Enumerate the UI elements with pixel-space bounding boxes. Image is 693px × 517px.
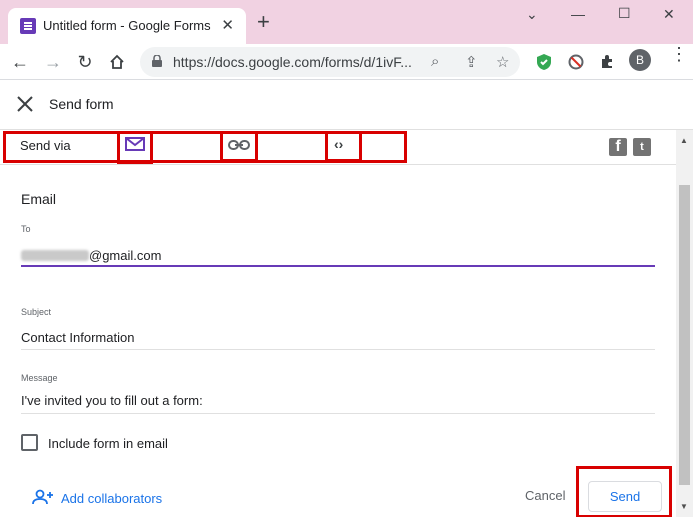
- address-bar[interactable]: https://docs.google.com/forms/d/1ivF... …: [140, 47, 520, 77]
- to-underline: [21, 265, 655, 267]
- add-person-icon[interactable]: [32, 489, 54, 505]
- profile-avatar[interactable]: B: [629, 49, 651, 71]
- scroll-down-icon[interactable]: ▼: [680, 502, 688, 511]
- new-tab-icon[interactable]: +: [257, 11, 270, 33]
- include-form-label: Include form in email: [48, 436, 168, 451]
- close-dialog-icon[interactable]: [15, 94, 35, 114]
- window-close-icon[interactable]: ✕: [663, 6, 675, 23]
- dialog-header: Send form: [0, 80, 693, 130]
- zoom-icon[interactable]: ⌕: [431, 53, 439, 70]
- reload-icon[interactable]: ↻: [73, 50, 97, 74]
- browser-tabstrip: Untitled form - Google Forms ✕ + ⌄ — ☐ ✕: [0, 0, 693, 44]
- subject-underline: [21, 349, 655, 350]
- maximize-icon[interactable]: ☐: [618, 5, 631, 22]
- twitter-icon[interactable]: t: [633, 138, 651, 156]
- browser-tab[interactable]: Untitled form - Google Forms ✕: [8, 8, 246, 44]
- message-label: Message: [21, 373, 58, 383]
- tab-search-icon[interactable]: ⌄: [526, 6, 538, 23]
- home-icon[interactable]: [105, 50, 129, 74]
- email-heading: Email: [21, 191, 57, 207]
- to-value: @gmail.com: [89, 248, 162, 263]
- minimize-icon[interactable]: —: [571, 6, 585, 22]
- bookmark-star-icon[interactable]: ☆: [496, 53, 509, 71]
- scroll-thumb[interactable]: [679, 185, 690, 485]
- facebook-icon[interactable]: f: [609, 138, 627, 156]
- redacted-email-blur: [21, 250, 89, 261]
- email-form: Email To @gmail.com Subject Contact Info…: [0, 164, 676, 517]
- message-input[interactable]: I've invited you to fill out a form:: [21, 393, 203, 408]
- embed-tab-highlight: [325, 131, 362, 162]
- forward-icon[interactable]: →: [41, 50, 65, 74]
- scroll-up-icon[interactable]: ▲: [680, 136, 688, 145]
- lock-icon[interactable]: [152, 55, 162, 67]
- share-icon[interactable]: ⇪: [465, 53, 478, 71]
- subject-input[interactable]: Contact Information: [21, 330, 134, 345]
- extensions-puzzle-icon[interactable]: [597, 52, 617, 72]
- send-button[interactable]: Send: [588, 481, 662, 512]
- dialog-scrollbar[interactable]: ▲ ▼: [676, 130, 693, 517]
- email-icon[interactable]: [125, 137, 145, 151]
- url-text: https://docs.google.com/forms/d/1ivF...: [173, 54, 412, 70]
- tab-close-icon[interactable]: ✕: [221, 16, 234, 34]
- browser-toolbar: ← → ↻ https://docs.google.com/forms/d/1i…: [0, 44, 693, 80]
- shield-extension-icon[interactable]: [534, 52, 554, 72]
- block-extension-icon[interactable]: [566, 52, 586, 72]
- tab-title: Untitled form - Google Forms: [43, 18, 211, 33]
- back-icon[interactable]: ←: [8, 50, 32, 74]
- cancel-button[interactable]: Cancel: [525, 488, 565, 503]
- include-form-checkbox[interactable]: [21, 434, 38, 451]
- add-collaborators-link[interactable]: Add collaborators: [61, 491, 162, 506]
- to-label: To: [21, 224, 31, 234]
- browser-menu-icon[interactable]: ⋮: [670, 45, 688, 63]
- message-underline: [21, 413, 655, 414]
- dialog-title: Send form: [49, 96, 114, 112]
- link-icon[interactable]: [228, 139, 250, 151]
- send-via-row: Send via ‹› f t: [0, 130, 676, 164]
- subject-label: Subject: [21, 307, 52, 317]
- to-input[interactable]: @gmail.com: [21, 248, 161, 263]
- embed-icon[interactable]: ‹›: [334, 136, 343, 152]
- google-forms-icon: [20, 18, 36, 34]
